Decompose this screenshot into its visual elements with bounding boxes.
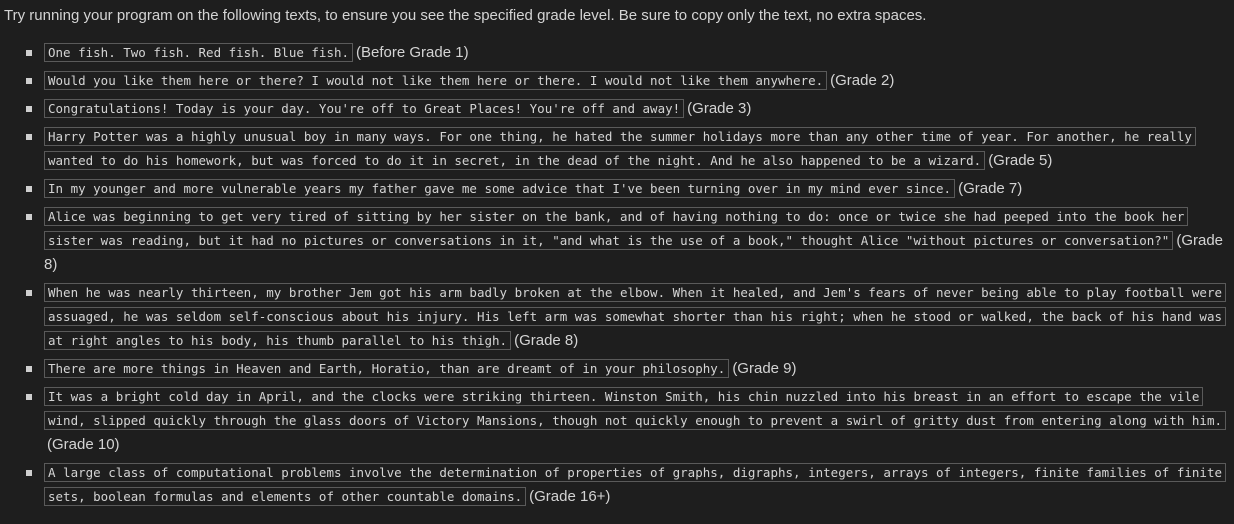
instructions-text: Try running your program on the followin…: [4, 7, 927, 24]
list-item: In my younger and more vulnerable years …: [4, 177, 1230, 201]
bullet-icon: [26, 106, 32, 112]
list-item: A large class of computational problems …: [4, 461, 1230, 509]
sample-text[interactable]: It was a bright cold day in April, and t…: [44, 387, 1226, 430]
list-item: There are more things in Heaven and Eart…: [4, 357, 1230, 381]
sample-text[interactable]: There are more things in Heaven and Eart…: [44, 359, 730, 378]
sample-text[interactable]: A large class of computational problems …: [44, 463, 1226, 506]
grade-label: (Grade 8): [514, 332, 579, 349]
sample-text[interactable]: One fish. Two fish. Red fish. Blue fish.: [44, 43, 354, 62]
list-item: When he was nearly thirteen, my brother …: [4, 281, 1230, 353]
grade-label: (Grade 3): [687, 100, 752, 117]
grade-label: (Before Grade 1): [356, 44, 469, 61]
grade-label: (Grade 9): [732, 360, 797, 377]
bullet-icon: [26, 290, 32, 296]
sample-text-list: One fish. Two fish. Red fish. Blue fish.…: [4, 41, 1230, 509]
bullet-icon: [26, 186, 32, 192]
list-item: It was a bright cold day in April, and t…: [4, 385, 1230, 457]
list-item: One fish. Two fish. Red fish. Blue fish.…: [4, 41, 1230, 65]
readability-samples-page: Try running your program on the followin…: [0, 0, 1234, 524]
grade-label: (Grade 7): [958, 180, 1023, 197]
sample-text[interactable]: Alice was beginning to get very tired of…: [44, 207, 1189, 250]
grade-label: (Grade 16+): [529, 488, 611, 505]
list-item: Alice was beginning to get very tired of…: [4, 205, 1230, 277]
bullet-icon: [26, 78, 32, 84]
grade-label: (Grade 2): [830, 72, 895, 89]
grade-label: (Grade 5): [988, 152, 1053, 169]
list-item: Would you like them here or there? I wou…: [4, 69, 1230, 93]
grade-label: (Grade 10): [47, 436, 120, 453]
bullet-icon: [26, 134, 32, 140]
bullet-icon: [26, 214, 32, 220]
sample-text[interactable]: In my younger and more vulnerable years …: [44, 179, 956, 198]
sample-text[interactable]: When he was nearly thirteen, my brother …: [44, 283, 1226, 350]
list-item: Congratulations! Today is your day. You'…: [4, 97, 1230, 121]
bullet-icon: [26, 366, 32, 372]
bullet-icon: [26, 470, 32, 476]
sample-text[interactable]: Would you like them here or there? I wou…: [44, 71, 828, 90]
list-item: Harry Potter was a highly unusual boy in…: [4, 125, 1230, 173]
bullet-icon: [26, 394, 32, 400]
sample-text[interactable]: Congratulations! Today is your day. You'…: [44, 99, 685, 118]
bullet-icon: [26, 50, 32, 56]
